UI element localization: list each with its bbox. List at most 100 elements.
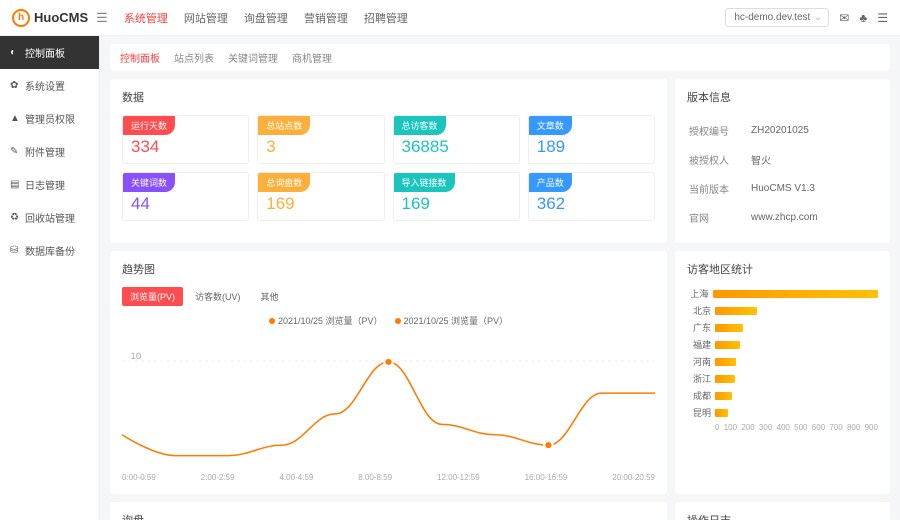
legend-item: 2021/10/25 浏览量（PV） bbox=[269, 314, 383, 327]
stat-label: 总站点数 bbox=[258, 116, 310, 135]
sidebar-icon: ✎ bbox=[10, 146, 20, 157]
legend-dot-icon bbox=[395, 318, 401, 324]
sidebar: ◐控制面板✿系统设置▲管理员权限✎附件管理▤日志管理♻回收站管理⛁数据库备份 bbox=[0, 36, 100, 520]
info-val: 智火 bbox=[751, 146, 876, 173]
breadcrumb-item[interactable]: 商机管理 bbox=[292, 50, 332, 65]
stats-panel: 数据 运行天数334总站点数3总访客数36885文章数189关键词数44总询盘数… bbox=[110, 79, 667, 243]
stat-value: 169 bbox=[258, 192, 383, 214]
stat-value: 44 bbox=[123, 192, 248, 214]
stat-card: 总访客数36885 bbox=[393, 115, 520, 164]
top-nav-item[interactable]: 营销管理 bbox=[304, 6, 348, 30]
bell-icon[interactable]: ♣ bbox=[859, 11, 867, 25]
stat-value: 169 bbox=[394, 192, 519, 214]
region-bar bbox=[715, 324, 743, 332]
region-bars: 上海北京广东福建河南浙江成都昆明 bbox=[687, 287, 878, 419]
region-bar bbox=[715, 341, 740, 349]
top-header: h HuoCMS ☰ 系统管理网站管理询盘管理营销管理招聘管理 hc-demo.… bbox=[0, 0, 900, 36]
stat-card: 文章数189 bbox=[528, 115, 655, 164]
region-bar bbox=[715, 307, 757, 315]
sidebar-item[interactable]: ▤日志管理 bbox=[0, 168, 99, 201]
info-key: 当前版本 bbox=[689, 175, 749, 202]
breadcrumb: 控制面板 站点列表 关键词管理 商机管理 bbox=[110, 44, 890, 71]
legend-dot-icon bbox=[269, 318, 275, 324]
stats-grid: 运行天数334总站点数3总访客数36885文章数189关键词数44总询盘数169… bbox=[122, 115, 655, 221]
chart-tabs: 浏览量(PV)访客数(UV)其他 bbox=[122, 287, 655, 306]
trend-chart: 10 bbox=[122, 331, 655, 471]
stat-value: 3 bbox=[258, 135, 383, 157]
stat-card: 运行天数334 bbox=[122, 115, 249, 164]
breadcrumb-item[interactable]: 关键词管理 bbox=[228, 50, 278, 65]
stat-card: 总站点数3 bbox=[257, 115, 384, 164]
top-nav-item[interactable]: 招聘管理 bbox=[364, 6, 408, 30]
stat-value: 334 bbox=[123, 135, 248, 157]
sidebar-icon: ▲ bbox=[10, 113, 20, 124]
region-panel: 访客地区统计 上海北京广东福建河南浙江成都昆明 0100200300400500… bbox=[675, 251, 890, 494]
stat-label: 导入链接数 bbox=[394, 173, 455, 192]
sidebar-item[interactable]: ▲管理员权限 bbox=[0, 102, 99, 135]
panel-title: 询盘 bbox=[122, 512, 655, 520]
region-bar bbox=[715, 358, 736, 366]
stat-label: 文章数 bbox=[529, 116, 572, 135]
sidebar-icon: ✿ bbox=[10, 80, 20, 91]
sidebar-item[interactable]: ✿系统设置 bbox=[0, 69, 99, 102]
region-bar bbox=[715, 409, 728, 417]
sidebar-icon: ♻ bbox=[10, 212, 20, 223]
stat-card: 产品数362 bbox=[528, 172, 655, 221]
header-right: hc-demo.dev.test ⌄ ✉ ♣ ☰ bbox=[725, 8, 888, 27]
stat-value: 362 bbox=[529, 192, 654, 214]
region-bar bbox=[713, 290, 878, 298]
region-bar bbox=[715, 375, 735, 383]
domain-select[interactable]: hc-demo.dev.test ⌄ bbox=[725, 8, 829, 27]
oplog-panel: 操作日志 管理员334号更新了关于我们的内容。 2021-10-25 15:13 bbox=[675, 502, 890, 520]
region-row: 浙江 bbox=[687, 372, 878, 385]
sidebar-icon: ◐ bbox=[10, 47, 20, 58]
chart-tab[interactable]: 访客数(UV) bbox=[187, 287, 249, 306]
sidebar-icon: ▤ bbox=[10, 179, 20, 190]
stat-label: 总询盘数 bbox=[258, 173, 310, 192]
top-nav-item[interactable]: 网站管理 bbox=[184, 6, 228, 30]
chart-legend: 2021/10/25 浏览量（PV）2021/10/25 浏览量（PV） bbox=[122, 314, 655, 327]
breadcrumb-item[interactable]: 控制面板 bbox=[120, 50, 160, 65]
x-axis-labels: 0:00-0:592:00-2:594:00-4:598:00-8:5912:0… bbox=[122, 471, 655, 484]
mail-icon[interactable]: ✉ bbox=[839, 11, 849, 25]
stat-card: 总询盘数169 bbox=[257, 172, 384, 221]
stat-label: 关键词数 bbox=[123, 173, 175, 192]
breadcrumb-item[interactable]: 站点列表 bbox=[174, 50, 214, 65]
region-row: 北京 bbox=[687, 304, 878, 317]
sidebar-item[interactable]: ⛁数据库备份 bbox=[0, 234, 99, 267]
menu-toggle-icon[interactable]: ☰ bbox=[96, 10, 108, 26]
top-nav-item[interactable]: 系统管理 bbox=[124, 6, 168, 30]
main-content: 控制面板 站点列表 关键词管理 商机管理 数据 运行天数334总站点数3总访客数… bbox=[100, 36, 900, 520]
top-nav: 系统管理网站管理询盘管理营销管理招聘管理 bbox=[124, 6, 408, 30]
version-table: 授权编号ZH20201025被授权人智火当前版本HuoCMS V1.3官网www… bbox=[687, 115, 878, 233]
stat-label: 总访客数 bbox=[394, 116, 446, 135]
info-key: 官网 bbox=[689, 204, 749, 231]
chart-tab[interactable]: 其他 bbox=[253, 287, 287, 306]
region-bar bbox=[715, 392, 732, 400]
info-key: 被授权人 bbox=[689, 146, 749, 173]
chart-tab[interactable]: 浏览量(PV) bbox=[122, 287, 183, 306]
top-nav-item[interactable]: 询盘管理 bbox=[244, 6, 288, 30]
sidebar-item[interactable]: ♻回收站管理 bbox=[0, 201, 99, 234]
panel-title: 版本信息 bbox=[687, 89, 878, 105]
region-row: 成都 bbox=[687, 389, 878, 402]
region-row: 昆明 bbox=[687, 406, 878, 419]
region-row: 河南 bbox=[687, 355, 878, 368]
sidebar-icon: ⛁ bbox=[10, 245, 20, 256]
stat-value: 189 bbox=[529, 135, 654, 157]
panel-title: 趋势图 bbox=[122, 261, 655, 277]
chevron-down-icon: ⌄ bbox=[814, 12, 822, 23]
info-val: ZH20201025 bbox=[751, 117, 876, 144]
region-axis: 0100200300400500600700800900 bbox=[687, 423, 878, 432]
user-icon[interactable]: ☰ bbox=[877, 11, 888, 25]
sidebar-item[interactable]: ◐控制面板 bbox=[0, 36, 99, 69]
stat-label: 运行天数 bbox=[123, 116, 175, 135]
info-key: 授权编号 bbox=[689, 117, 749, 144]
stat-value: 36885 bbox=[394, 135, 519, 157]
brand-text: HuoCMS bbox=[34, 10, 88, 25]
sidebar-item[interactable]: ✎附件管理 bbox=[0, 135, 99, 168]
stat-label: 产品数 bbox=[529, 173, 572, 192]
brand-logo: h HuoCMS bbox=[12, 9, 88, 27]
info-val: www.zhcp.com bbox=[751, 204, 876, 231]
panel-title: 数据 bbox=[122, 89, 655, 105]
